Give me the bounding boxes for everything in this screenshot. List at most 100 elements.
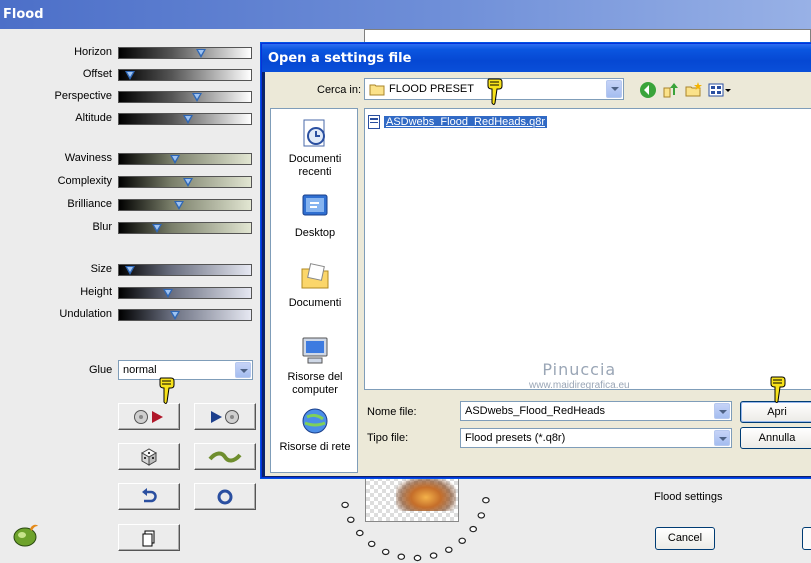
dialog-title-bar: Open a settings file [262,44,811,72]
place-label: Risorse di rete [279,441,351,453]
slider-undulation[interactable]: Undulation [0,307,260,325]
chevron-down-icon[interactable] [714,403,730,419]
watermark-line1: Pinuccia [542,360,617,379]
slider-track[interactable] [118,91,252,103]
nav-toolbar [639,81,732,99]
ring-dot [482,497,490,504]
file-item[interactable]: ASDwebs_Flood_RedHeads.q8r [368,114,548,130]
new-folder-icon[interactable] [685,81,703,99]
slider-label: Undulation [59,308,112,320]
look-in-label: Cerca in: [317,84,362,96]
reset-button[interactable] [194,483,256,510]
dialog-title: Open a settings file [268,51,412,66]
back-icon[interactable] [639,81,657,99]
ok-button[interactable] [802,527,811,550]
file-name[interactable]: ASDwebs_Flood_RedHeads.q8r [383,115,548,129]
undo-button[interactable] [118,483,180,510]
slider-label: Offset [82,68,112,80]
slider-track[interactable] [118,153,252,165]
slider-label: Horizon [74,46,112,58]
file-list[interactable]: ASDwebs_Flood_RedHeads.q8r Pinuccia www.… [364,108,811,391]
slider-thumb[interactable] [170,155,181,164]
wave-button[interactable] [194,443,256,470]
slider-thumb[interactable] [183,178,193,187]
slider-track[interactable] [118,222,252,234]
dice-icon [140,447,158,466]
slider-altitude[interactable]: Altitude [0,111,260,129]
view-menu-icon[interactable] [708,81,732,99]
pointer-hand-icon [770,376,786,403]
slider-thumb[interactable] [183,115,193,124]
slider-thumb[interactable] [170,311,181,320]
slider-brilliance[interactable]: Brilliance [0,197,260,215]
chevron-down-icon[interactable] [606,80,622,98]
dialog-body: Cerca in: FLOOD PRESET Documenti recenti [265,72,811,476]
glue-label: Glue [89,364,113,376]
slider-track[interactable] [118,199,252,211]
place-label: Documenti recenti [288,153,342,178]
disc-play-icon [134,409,163,424]
documents-folder-icon [301,263,329,289]
place-my-computer[interactable]: Risorse del computer [271,335,359,397]
dialog-cancel-button[interactable]: Annulla [740,427,811,449]
slider-track[interactable] [118,176,252,188]
slider-blur[interactable]: Blur [0,220,260,238]
place-label: Risorse del computer [287,371,343,396]
slider-label: Waviness [64,152,112,164]
load-preset-button[interactable] [118,403,180,430]
flood-settings-label: Flood settings [654,491,723,503]
desktop-icon [302,194,328,216]
file-name-input[interactable]: ASDwebs_Flood_RedHeads [460,401,732,421]
slider-thumb[interactable] [152,224,163,233]
place-network[interactable]: Risorse di rete [271,405,359,454]
slider-thumb[interactable] [162,289,173,298]
slider-label: Altitude [75,112,112,124]
circle-icon [217,489,233,504]
slider-thumb[interactable] [191,93,202,102]
ring-dot [458,537,467,545]
slider-height[interactable]: Height [0,285,260,303]
save-preset-button[interactable] [194,403,256,430]
slider-size[interactable]: Size [0,262,260,280]
slider-thumb[interactable] [174,201,185,210]
slider-track[interactable] [118,69,252,81]
place-recent-documents[interactable]: Documenti recenti [271,117,359,179]
places-bar: Documenti recenti Desktop Documenti Riso… [270,108,358,473]
file-type-select[interactable]: Flood presets (*.q8r) [460,428,732,448]
chevron-down-icon[interactable] [714,430,730,446]
slider-thumb[interactable] [125,266,136,275]
slider-waviness[interactable]: Waviness [0,151,260,169]
ring-dot [341,501,349,509]
slider-track[interactable] [118,309,252,321]
slider-perspective[interactable]: Perspective [0,89,260,107]
slider-complexity[interactable]: Complexity [0,174,260,192]
slider-thumb[interactable] [125,71,136,80]
ring-dot [367,540,376,548]
slider-label: Blur [92,221,112,233]
slider-track[interactable] [118,113,252,125]
network-icon [302,408,328,434]
slider-track[interactable] [118,47,252,59]
watermark-line2: www.maidiregrafica.eu [529,380,630,391]
copy-button[interactable] [118,524,180,551]
ring-dot [397,553,406,560]
glue-select[interactable]: normal [118,360,253,380]
slider-track[interactable] [118,287,252,299]
slider-track[interactable] [118,264,252,276]
slider-offset[interactable]: Offset [0,67,260,85]
randomize-button[interactable] [118,443,180,470]
pointer-hand-icon [159,377,175,404]
ring-dot [445,546,453,554]
glue-value: normal [123,364,157,376]
up-folder-icon[interactable] [662,81,680,99]
place-documents[interactable]: Documenti [271,261,359,310]
place-desktop[interactable]: Desktop [271,191,359,240]
flood-window: Flood Horizon Offset Perspective Altitud… [0,0,811,563]
file-type-value: Flood presets (*.q8r) [465,432,566,444]
slider-horizon[interactable]: Horizon [0,45,260,63]
chevron-down-icon[interactable] [235,362,251,378]
look-in-value: FLOOD PRESET [389,83,474,95]
slider-thumb[interactable] [195,49,206,58]
slider-label: Brilliance [67,198,112,210]
cancel-button[interactable]: Cancel [655,527,715,550]
